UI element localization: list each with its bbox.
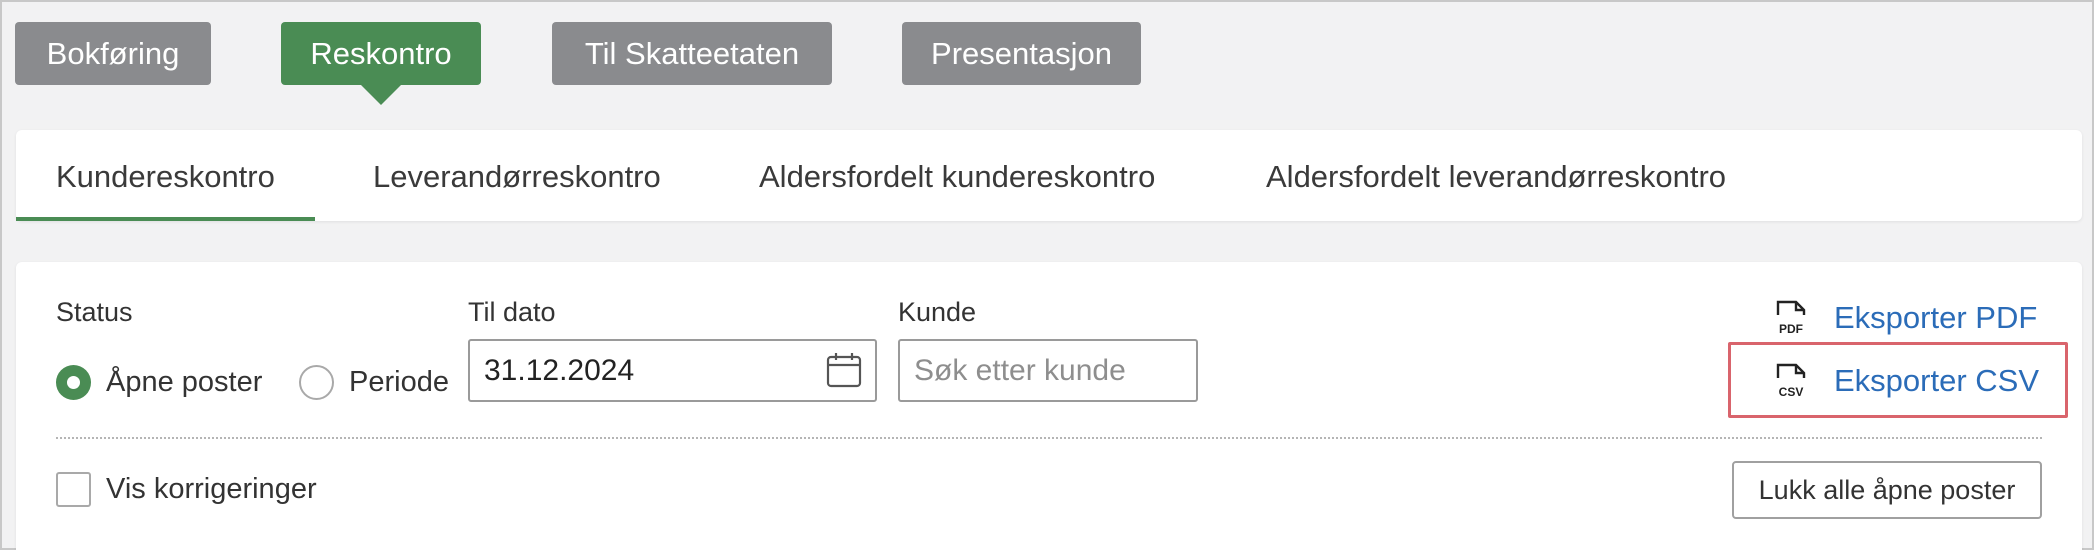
csv-file-icon[interactable]: CSV: [1774, 362, 1810, 400]
subtab-aldersfordelt-leverandorreskontro[interactable]: Aldersfordelt leverandørreskontro: [1266, 130, 1726, 221]
divider: [56, 437, 2042, 439]
subtab-leverandorreskontro[interactable]: Leverandørreskontro: [373, 130, 661, 221]
calendar-icon[interactable]: [826, 352, 862, 388]
subtab-aldersfordelt-kundereskontro[interactable]: Aldersfordelt kundereskontro: [759, 130, 1155, 221]
tab-til-skatteetaten[interactable]: Til Skatteetaten: [552, 22, 832, 85]
show-corrections-label[interactable]: Vis korrigeringer: [106, 473, 317, 506]
tab-reskontro[interactable]: Reskontro: [281, 22, 481, 105]
radio-period[interactable]: [299, 365, 334, 400]
pdf-icon-text: PDF: [1779, 322, 1803, 336]
csv-icon-text: CSV: [1779, 385, 1804, 399]
radio-open-posts-label[interactable]: Åpne poster: [106, 366, 262, 399]
status-label: Status: [56, 297, 133, 327]
date-input[interactable]: [468, 339, 877, 402]
radio-open-posts[interactable]: [56, 365, 91, 400]
export-csv-link[interactable]: Eksporter CSV: [1834, 363, 2039, 399]
subtab-bar: Kundereskontro Leverandørreskontro Alder…: [16, 130, 2082, 221]
close-all-open-posts-button[interactable]: Lukk alle åpne poster: [1732, 461, 2042, 519]
subtab-kundereskontro[interactable]: Kundereskontro: [16, 130, 315, 221]
pdf-file-icon[interactable]: PDF: [1774, 299, 1810, 337]
filter-panel: Status Åpne poster Periode Til dato Kund…: [16, 262, 2082, 550]
date-label: Til dato: [468, 297, 556, 327]
export-pdf-link[interactable]: Eksporter PDF: [1834, 300, 2037, 336]
tab-bokforing[interactable]: Bokføring: [15, 22, 211, 85]
top-navigation: Bokføring Reskontro Til Skatteetaten Pre…: [2, 2, 2092, 112]
customer-label: Kunde: [898, 297, 977, 327]
tab-presentasjon[interactable]: Presentasjon: [902, 22, 1141, 85]
radio-period-label[interactable]: Periode: [349, 366, 449, 399]
customer-search-input[interactable]: [898, 339, 1198, 402]
show-corrections-checkbox[interactable]: [56, 472, 91, 507]
